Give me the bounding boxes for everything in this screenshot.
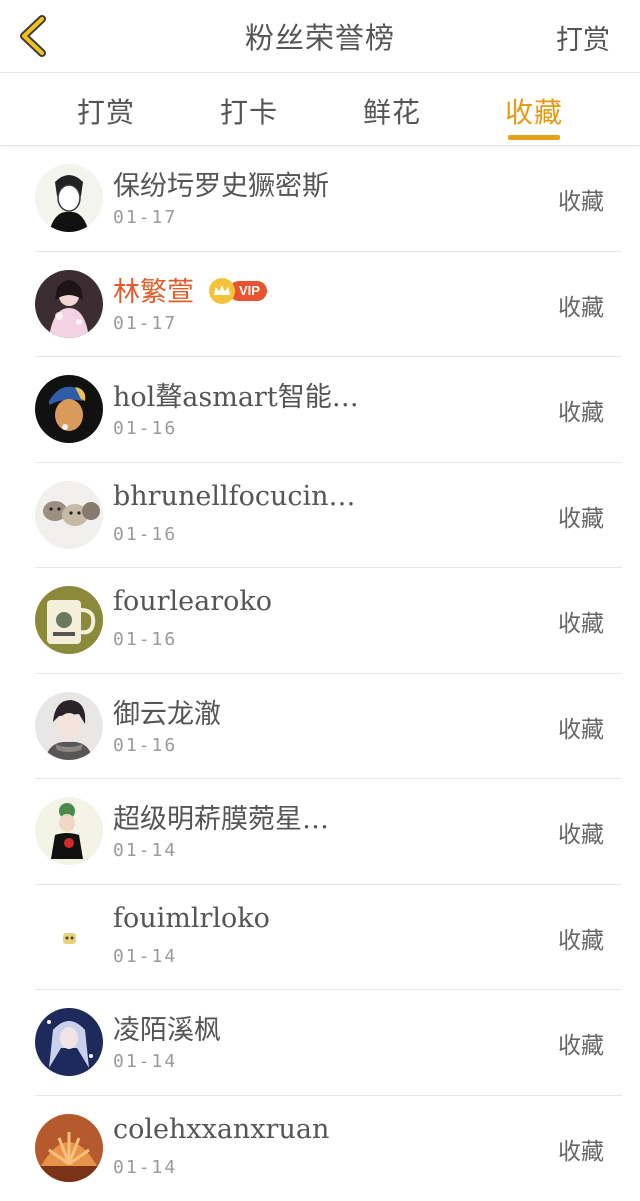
- list-item[interactable]: 超级明菥膜菀星… 01-14 收藏: [0, 779, 640, 885]
- crown-icon: [209, 277, 235, 304]
- fan-list: 保纷圬罗史獗密斯 01-17 收藏 林繁萱 VIP 01-17 收藏 hol聱a…: [0, 146, 640, 1201]
- active-tab-indicator: [508, 135, 560, 140]
- reward-button[interactable]: 打赏: [556, 18, 610, 57]
- action-label: 收藏: [558, 400, 604, 426]
- list-item[interactable]: 御云龙澈 01-16 收藏: [0, 674, 640, 779]
- fan-date: 01-17: [113, 207, 178, 228]
- fan-name: 保纷圬罗史獗密斯: [113, 171, 329, 202]
- avatar-flower-icon: [35, 797, 103, 865]
- vip-badge: VIP: [209, 277, 267, 304]
- avatar-anime-boy-icon: [35, 691, 103, 760]
- fan-date: 01-16: [113, 629, 178, 650]
- fan-date: 01-16: [113, 523, 178, 545]
- avatar-small-icon: [35, 902, 103, 971]
- tab-label: 鲜花: [362, 96, 421, 129]
- tab-label: 打卡: [219, 96, 278, 129]
- action-label: 收藏: [558, 1138, 604, 1165]
- fan-name: bhrunellfocucin…: [113, 480, 356, 512]
- fan-name: hol聱asmart智能…: [113, 382, 359, 413]
- action-label: 收藏: [558, 1033, 604, 1059]
- tab-checkin[interactable]: 打卡: [189, 91, 309, 131]
- fan-date: 01-14: [113, 840, 178, 861]
- fan-name: colehxxanxruan: [113, 1113, 330, 1145]
- fan-date: 01-16: [113, 734, 178, 756]
- tab-label: 打赏: [76, 96, 135, 129]
- chevron-left-icon: [20, 15, 46, 57]
- avatar-cats-icon: [35, 480, 103, 549]
- back-button[interactable]: [14, 14, 54, 58]
- fan-name: fouimlrloko: [113, 902, 270, 934]
- fan-date: 01-14: [113, 1051, 178, 1072]
- action-label: 收藏: [558, 294, 604, 321]
- fan-name: 超级明菥膜菀星…: [113, 804, 329, 835]
- top-bar: 粉丝荣誉榜 打赏: [0, 0, 640, 73]
- fan-name: 御云龙澈: [113, 698, 221, 730]
- avatar-girl-icon: [35, 269, 103, 338]
- tab-favorites[interactable]: 收藏: [474, 91, 594, 140]
- list-item[interactable]: 林繁萱 VIP 01-17 收藏: [0, 252, 640, 357]
- list-item[interactable]: fouimlrloko 01-14 收藏: [0, 885, 640, 990]
- action-label: 收藏: [558, 611, 604, 637]
- list-item[interactable]: 保纷圬罗史獗密斯 01-17 收藏: [0, 146, 640, 252]
- fan-date: 01-17: [113, 312, 178, 334]
- tab-bar: 打赏 打卡 鲜花 收藏: [0, 73, 640, 146]
- avatar-sketch-icon: [35, 164, 103, 232]
- action-label: 收藏: [558, 716, 604, 743]
- avatar-shell-icon: [35, 1113, 103, 1182]
- fan-name: 凌陌溪枫: [113, 1015, 221, 1046]
- action-label: 收藏: [558, 189, 604, 215]
- avatar-anime-girl-icon: [35, 1008, 103, 1076]
- list-item[interactable]: 凌陌溪枫 01-14 收藏: [0, 990, 640, 1096]
- fan-name: fourlearoko: [113, 586, 273, 617]
- tab-reward[interactable]: 打赏: [46, 91, 166, 131]
- avatar-pearl-earring-icon: [35, 375, 103, 443]
- action-label: 收藏: [558, 505, 604, 532]
- page-title: 粉丝荣誉榜: [244, 21, 395, 55]
- fan-date: 01-14: [113, 1156, 178, 1178]
- fan-name: 林繁萱: [113, 276, 194, 308]
- action-label: 收藏: [558, 927, 604, 954]
- avatar-mug-icon: [35, 586, 103, 654]
- list-item[interactable]: colehxxanxruan 01-14 收藏: [0, 1096, 640, 1201]
- fan-date: 01-14: [113, 945, 178, 967]
- tab-flowers[interactable]: 鲜花: [332, 91, 452, 131]
- fan-date: 01-16: [113, 418, 178, 439]
- list-item[interactable]: bhrunellfocucin… 01-16 收藏: [0, 463, 640, 568]
- tab-label: 收藏: [504, 96, 563, 129]
- list-item[interactable]: hol聱asmart智能… 01-16 收藏: [0, 357, 640, 463]
- list-item[interactable]: fourlearoko 01-16 收藏: [0, 568, 640, 674]
- action-label: 收藏: [558, 822, 604, 848]
